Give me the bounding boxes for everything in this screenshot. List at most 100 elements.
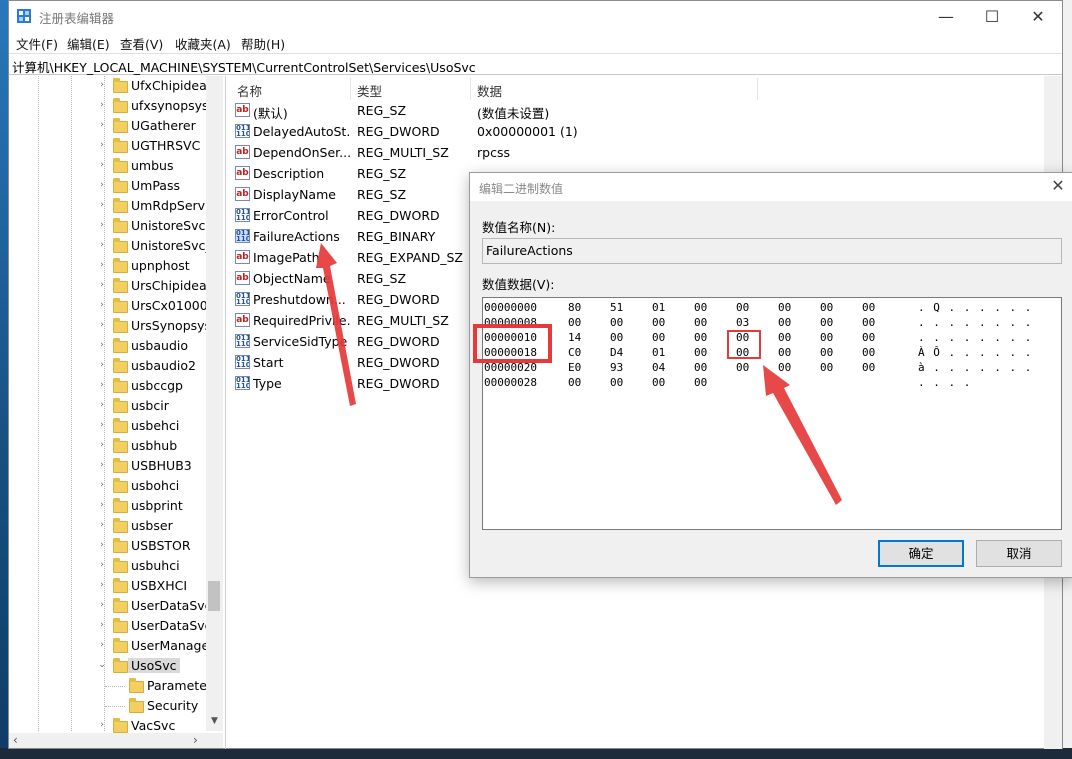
cancel-button[interactable]: 取消 [976,540,1062,567]
expand-chevron-icon[interactable]: › [97,100,107,110]
hex-byte[interactable]: 00 [778,316,791,329]
hex-byte[interactable]: 00 [694,361,707,374]
hex-byte[interactable]: 00 [652,376,665,389]
scroll-left-icon[interactable]: ‹ [13,733,18,747]
hex-byte[interactable]: E0 [568,361,581,374]
hex-byte[interactable]: 00 [694,346,707,359]
tree-item[interactable]: ⌄ UsoSvc [9,656,206,676]
expand-chevron-icon[interactable]: › [97,240,107,250]
hex-byte[interactable]: 00 [736,301,749,314]
hex-byte[interactable]: 00 [652,316,665,329]
dialog-close-icon[interactable]: ✕ [1046,176,1070,198]
expand-chevron-icon[interactable]: › [97,440,107,450]
column-separator[interactable] [350,78,351,100]
tree-item[interactable]: › usbccgp [9,376,206,396]
hex-byte[interactable]: 00 [736,361,749,374]
value-row[interactable]: ab DependOnSer... REG_MULTI_SZ rpcss [229,142,759,163]
hex-byte[interactable]: D4 [610,346,623,359]
tree-item[interactable]: › usbaudio [9,336,206,356]
tree-item[interactable]: › UserDataSvc_ [9,616,218,636]
tree-item[interactable]: › UGTHRSVC [9,136,206,156]
tree-item[interactable]: › UfxChipidea [9,76,207,96]
expand-chevron-icon[interactable]: › [97,580,107,590]
expand-chevron-icon[interactable]: › [97,200,107,210]
expand-chevron-icon[interactable]: › [97,600,107,610]
expand-chevron-icon[interactable]: › [97,300,107,310]
expand-chevron-icon[interactable]: › [97,540,107,550]
expand-chevron-icon[interactable]: › [97,640,107,650]
column-separator[interactable] [757,78,758,100]
expand-chevron-icon[interactable]: › [97,120,107,130]
maximize-button[interactable]: ☐ [969,1,1015,32]
menu-help[interactable]: 帮助(H) [241,34,285,53]
hex-byte[interactable]: 00 [778,301,791,314]
expand-chevron-icon[interactable]: › [97,460,107,470]
expand-chevron-icon[interactable]: › [97,260,107,270]
hex-byte[interactable]: 03 [736,316,749,329]
hex-byte[interactable]: 14 [568,331,581,344]
hex-byte[interactable]: 01 [652,346,665,359]
hex-byte[interactable]: 00 [694,301,707,314]
expand-chevron-icon[interactable]: › [97,380,107,390]
hex-byte[interactable]: 00 [862,346,875,359]
hex-byte[interactable]: 00 [778,346,791,359]
hex-row[interactable]: 00000000 80 51 01 00 00 00 00 00. Q . . . . . . [483,300,1061,315]
hex-byte[interactable]: 00 [862,301,875,314]
expand-chevron-icon[interactable]: › [97,720,107,730]
tree-item[interactable]: › UnistoreSvc [9,216,206,236]
column-header-type[interactable]: 类型 [357,81,382,100]
tree-vertical-scrollbar[interactable]: ▼ [206,76,223,731]
address-bar[interactable]: 计算机\HKEY_LOCAL_MACHINE\SYSTEM\CurrentCon… [9,53,1062,75]
hex-byte[interactable]: 00 [820,316,833,329]
tree-item[interactable]: › UrsChipidea [9,276,207,296]
hex-byte[interactable]: 00 [610,331,623,344]
column-separator[interactable] [470,78,471,100]
hex-byte[interactable]: 00 [862,361,875,374]
menu-file[interactable]: 文件(F) [16,34,58,53]
hex-byte[interactable]: 00 [778,361,791,374]
hex-byte[interactable]: 00 [820,301,833,314]
tree-horizontal-scrollbar[interactable]: ‹ › [9,733,223,748]
expand-chevron-icon[interactable]: › [97,140,107,150]
tree-item[interactable]: › UrsCx01000 [9,296,208,316]
expand-chevron-icon[interactable]: › [97,220,107,230]
hex-byte[interactable]: C0 [568,346,581,359]
hex-byte[interactable]: 00 [694,376,707,389]
hex-row[interactable]: 00000020 E0 93 04 00 00 00 00 00 à . . . . . . . [483,360,1061,375]
tree-item[interactable]: › UmRdpServic [9,196,215,216]
tree-item[interactable]: › USBXHCI [9,576,206,596]
tree-item[interactable]: › UserManage [9,636,209,656]
scroll-down-icon[interactable]: ▼ [206,716,223,730]
tree-scroll-thumb[interactable] [208,581,220,611]
expand-chevron-icon[interactable]: › [97,360,107,370]
expand-chevron-icon[interactable]: › [97,520,107,530]
hex-byte[interactable]: 00 [820,346,833,359]
hex-byte[interactable]: 00 [610,316,623,329]
hex-row[interactable]: 00000008 00 00 00 00 03 00 00 00. . . . . . . . [483,315,1061,330]
hex-byte[interactable]: 00 [862,316,875,329]
hex-byte[interactable]: 04 [652,361,665,374]
expand-chevron-icon[interactable]: › [97,80,107,90]
hex-byte[interactable]: 00 [694,316,707,329]
tree-item[interactable]: › USBSTOR [9,536,206,556]
menu-favorites[interactable]: 收藏夹(A) [175,34,231,53]
expand-chevron-icon[interactable]: › [97,620,107,630]
close-button[interactable]: ✕ [1015,1,1061,32]
column-header-name[interactable]: 名称 [237,81,262,100]
expand-chevron-icon[interactable]: › [97,320,107,330]
hex-byte[interactable]: 80 [568,301,581,314]
minimize-button[interactable]: — [923,1,969,32]
menu-edit[interactable]: 编辑(E) [67,34,110,53]
tree-item[interactable]: › upnphost [9,256,206,276]
hex-byte[interactable]: 00 [820,361,833,374]
tree-item[interactable]: Security [9,696,206,716]
collapse-chevron-icon[interactable]: ⌄ [97,660,107,670]
tree-item[interactable]: Parameter [9,676,212,696]
tree-item[interactable]: › UGatherer [9,116,206,136]
tree-item[interactable]: › UserDataSvc [9,596,212,616]
hex-byte[interactable]: 00 [568,376,581,389]
value-row[interactable]: 011 110 DelayedAutoSt... REG_DWORD 0x0000000… [229,121,759,142]
tree-item[interactable]: › usbohci [9,476,206,496]
tree-item[interactable]: › UnistoreSvc_ [9,236,212,256]
expand-chevron-icon[interactable]: › [97,500,107,510]
